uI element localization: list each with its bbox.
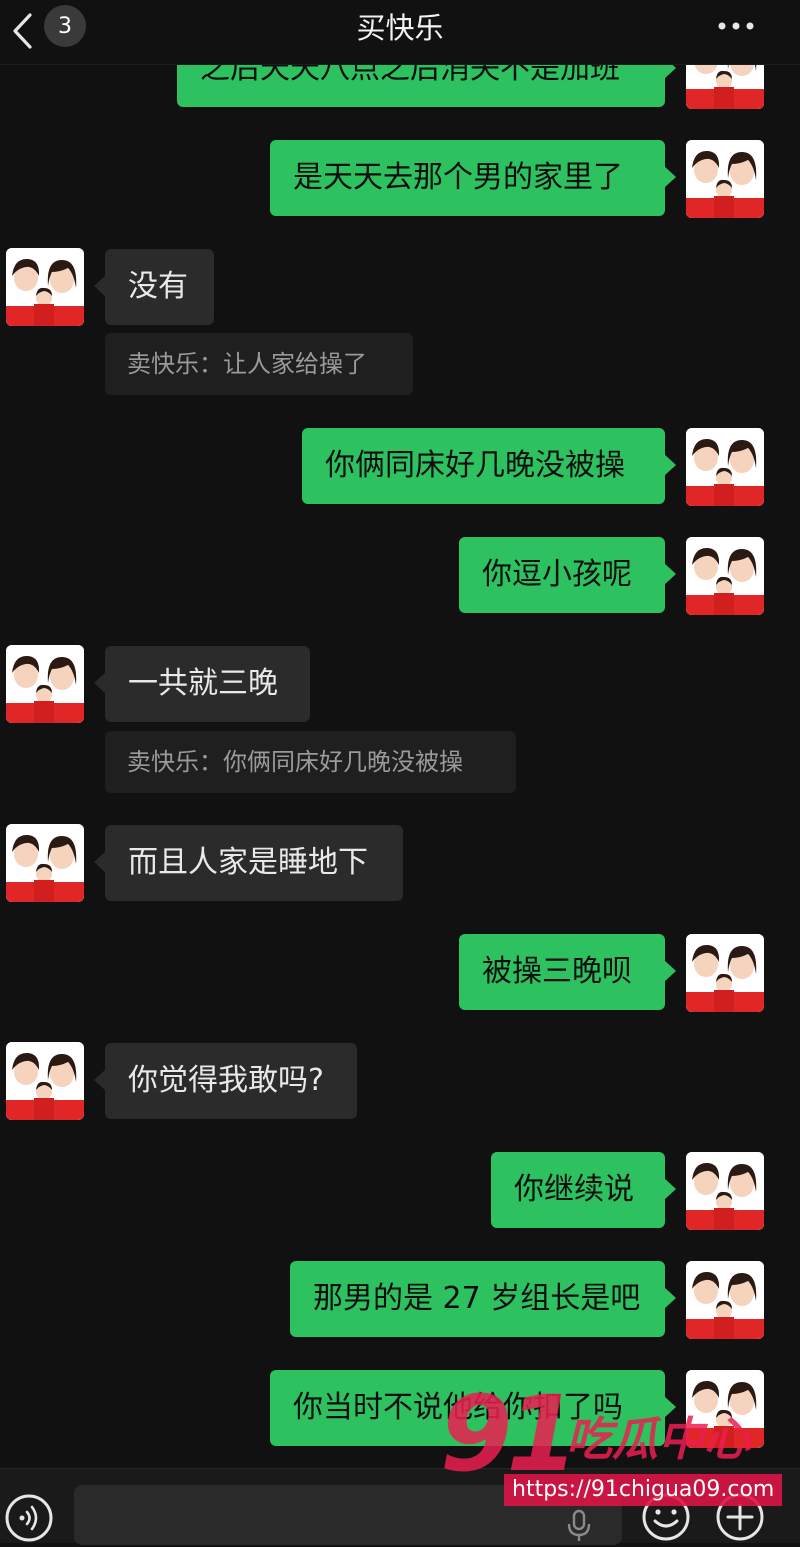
message-bubble-outgoing[interactable]: 是天天去那个男的家里了 bbox=[270, 140, 676, 216]
message-bubble-incoming[interactable]: 没有 bbox=[94, 249, 214, 325]
avatar[interactable] bbox=[686, 1370, 764, 1448]
chat-header: 3 买快乐 bbox=[0, 0, 800, 65]
avatar[interactable] bbox=[6, 645, 84, 723]
input-bar bbox=[0, 1468, 800, 1545]
avatar[interactable] bbox=[686, 428, 764, 506]
quoted-message[interactable]: 卖快乐：你俩同床好几晚没被操 bbox=[105, 731, 516, 793]
emoji-icon bbox=[642, 1493, 690, 1541]
quoted-message[interactable]: 卖快乐：让人家给操了 bbox=[105, 333, 413, 395]
message-bubble-outgoing[interactable]: 那男的是 27 岁组长是吧 bbox=[290, 1261, 676, 1337]
avatar[interactable] bbox=[686, 537, 764, 615]
avatar[interactable] bbox=[686, 1261, 764, 1339]
more-button[interactable] bbox=[716, 16, 756, 36]
message-bubble-outgoing[interactable]: 被操三晚呗 bbox=[459, 934, 676, 1010]
avatar[interactable] bbox=[6, 248, 84, 326]
voice-icon bbox=[5, 1494, 53, 1542]
message-input[interactable] bbox=[74, 1485, 622, 1545]
mic-icon[interactable] bbox=[562, 1509, 596, 1543]
message-bubble-outgoing[interactable]: 你当时不说他给你扣了吗 bbox=[270, 1370, 676, 1446]
plus-icon bbox=[716, 1493, 764, 1541]
chat-area[interactable]: 之后天天八点之后消失不是加班 是天天去那个男的家里了 没有 卖快乐：让人家给操了… bbox=[0, 0, 800, 1468]
message-bubble-outgoing[interactable]: 你俩同床好几晚没被操 bbox=[302, 428, 676, 504]
voice-button[interactable] bbox=[4, 1493, 54, 1543]
avatar[interactable] bbox=[686, 1152, 764, 1230]
message-bubble-incoming[interactable]: 你觉得我敢吗? bbox=[94, 1043, 357, 1119]
message-bubble-incoming[interactable]: 而且人家是睡地下 bbox=[94, 825, 403, 901]
avatar[interactable] bbox=[6, 1042, 84, 1120]
avatar[interactable] bbox=[686, 140, 764, 218]
chat-title: 买快乐 bbox=[356, 11, 444, 45]
avatar[interactable] bbox=[6, 824, 84, 902]
avatar[interactable] bbox=[686, 934, 764, 1012]
message-bubble-incoming[interactable]: 一共就三晚 bbox=[94, 646, 310, 722]
plus-button[interactable] bbox=[714, 1491, 766, 1543]
more-dots-icon bbox=[718, 22, 754, 30]
message-bubble-outgoing[interactable]: 你继续说 bbox=[491, 1152, 676, 1228]
emoji-button[interactable] bbox=[640, 1491, 692, 1543]
message-bubble-outgoing[interactable]: 你逗小孩呢 bbox=[459, 537, 676, 613]
